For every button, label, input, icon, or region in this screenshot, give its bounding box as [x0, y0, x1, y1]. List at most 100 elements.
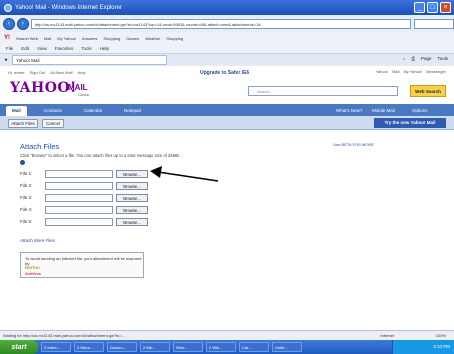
- taskbar-item[interactable]: Untitl...: [272, 342, 302, 352]
- web-search-input[interactable]: Search: [248, 86, 398, 96]
- menu-file[interactable]: File: [6, 46, 13, 51]
- taskbar-item[interactable]: Docum...: [107, 342, 137, 352]
- browser-search-input[interactable]: [414, 18, 454, 29]
- yahoo-logo[interactable]: YAHOO!: [10, 80, 77, 96]
- mail-link[interactable]: Mail: [392, 69, 399, 74]
- file-input[interactable]: [45, 218, 113, 226]
- toolbar-item[interactable]: Shopping: [166, 36, 183, 41]
- browser-tab[interactable]: Yahoo! Mail: [12, 55, 168, 65]
- try-new-mail-button[interactable]: Try the new Yahoo! Mail: [374, 118, 446, 128]
- file-input[interactable]: [45, 182, 113, 190]
- status-bar: Waiting for http://us.mc1143.mail.yahoo.…: [0, 330, 454, 340]
- file-row: File 3: Browse...: [20, 194, 150, 203]
- file-input[interactable]: [45, 170, 113, 178]
- status-text: Waiting for http://us.mc1143.mail.yahoo.…: [3, 333, 125, 338]
- my-yahoo-link[interactable]: My Yahoo!: [403, 69, 422, 74]
- menu-view[interactable]: View: [37, 46, 47, 51]
- attach-more-files-link[interactable]: Attach More Files: [20, 238, 55, 243]
- minimize-button[interactable]: _: [414, 2, 425, 13]
- taskbar-item[interactable]: 3 Micro...: [74, 342, 104, 352]
- yahoo-top-nav: Hi, winter Sign Out All-New Mail Help: [8, 70, 86, 75]
- tab-notepad[interactable]: Notepad: [118, 106, 147, 116]
- file-label: File 1:: [20, 171, 33, 176]
- file-input[interactable]: [45, 206, 113, 214]
- maximize-button[interactable]: □: [427, 2, 438, 13]
- tab-mail[interactable]: Mail: [6, 106, 27, 116]
- mail-logo-text: MAIL: [68, 83, 88, 92]
- whats-new-link[interactable]: What's New?: [336, 106, 362, 116]
- yahoo-home-link[interactable]: Yahoo!: [376, 69, 388, 74]
- url-input[interactable]: http://us.mc1143.mail.yahoo.com/dc/attac…: [30, 18, 412, 29]
- start-button[interactable]: start: [0, 340, 38, 354]
- toolbar-item[interactable]: Shopping: [103, 36, 120, 41]
- zoom-level[interactable]: 100%: [436, 331, 446, 340]
- toolbar-item[interactable]: Games: [126, 36, 139, 41]
- mobile-mail-link[interactable]: Mobile Mail: [372, 106, 395, 116]
- file-label: File 3:: [20, 195, 33, 200]
- menu-help[interactable]: Help: [100, 46, 109, 51]
- security-zone: Internet: [380, 333, 394, 338]
- close-button[interactable]: ×: [440, 2, 451, 13]
- tab-calendar[interactable]: Calendar: [78, 106, 108, 116]
- help-icon[interactable]: [20, 160, 25, 165]
- file-input[interactable]: [45, 194, 113, 202]
- yahoo-toolbar-logo[interactable]: Y!: [4, 35, 10, 41]
- menu-bar: File Edit View Favorites Tools Help: [0, 44, 454, 54]
- beta-link[interactable]: Use BETA FOR MORE: [333, 142, 374, 147]
- forward-button[interactable]: ›: [16, 17, 29, 30]
- menu-favorites[interactable]: Favorites: [55, 46, 74, 51]
- taskbar-item[interactable]: 2 Intern...: [41, 342, 71, 352]
- web-page: Hi, winter Sign Out All-New Mail Help Up…: [0, 66, 454, 330]
- messenger-link[interactable]: Messenger: [426, 69, 446, 74]
- page-menu[interactable]: Page: [421, 56, 432, 61]
- window-titlebar: Yahoo! Mail - Windows Internet Explorer …: [0, 0, 454, 15]
- all-new-mail-link[interactable]: All-New Mail: [50, 70, 72, 75]
- file-label: File 5:: [20, 219, 33, 224]
- print-icon[interactable]: ⎙: [411, 56, 415, 61]
- greeting: Hi, winter: [8, 70, 25, 75]
- favorites-star-icon[interactable]: ★: [4, 57, 8, 63]
- taskbar-item[interactable]: Cal...: [239, 342, 269, 352]
- web-search-button[interactable]: Web Search: [410, 85, 446, 97]
- browse-button[interactable]: Browse...: [116, 218, 148, 226]
- file-row: File 4: Browse...: [20, 206, 150, 215]
- browse-button[interactable]: Browse...: [116, 182, 148, 190]
- file-label: File 4:: [20, 207, 33, 212]
- page-title: Attach Files: [20, 142, 60, 151]
- toolbar-item[interactable]: Weather: [145, 36, 160, 41]
- address-bar: ‹ › http://us.mc1143.mail.yahoo.com/dc/a…: [0, 15, 454, 32]
- help-link[interactable]: Help: [77, 70, 85, 75]
- toolbar-item[interactable]: My Yahoo!: [57, 36, 76, 41]
- upgrade-link[interactable]: Upgrade to Safer IE6: [200, 70, 249, 76]
- taskbar-item[interactable]: Winr...: [173, 342, 203, 352]
- options-link[interactable]: Options: [412, 106, 428, 116]
- sign-out-link[interactable]: Sign Out: [30, 70, 46, 75]
- menu-edit[interactable]: Edit: [21, 46, 29, 51]
- mail-tabbar: Mail Contacts Calendar Notepad What's Ne…: [0, 104, 454, 116]
- taskbar-item[interactable]: 2 Mic...: [140, 342, 170, 352]
- toolbar-item[interactable]: Answers: [82, 36, 97, 41]
- menu-tools[interactable]: Tools: [81, 46, 92, 51]
- classic-label: Classic: [78, 93, 90, 97]
- tab-bar: ★ Yahoo! Mail ⌂ ⎙ Page Tools: [0, 54, 454, 66]
- tab-contacts[interactable]: Contacts: [38, 106, 68, 116]
- home-icon[interactable]: ⌂: [403, 56, 406, 61]
- taskbar-item[interactable]: 2 Win...: [206, 342, 236, 352]
- window-controls: _ □ ×: [414, 2, 451, 13]
- back-button[interactable]: ‹: [3, 17, 15, 30]
- system-tray: 3:10 PM: [392, 340, 454, 354]
- attach-files-button[interactable]: Attach Files: [8, 119, 38, 128]
- cancel-button[interactable]: Cancel: [42, 119, 64, 128]
- yahoo-toolbar: Y! Search Web Mail My Yahoo! Answers Sho…: [0, 32, 454, 44]
- file-row: File 2: Browse...: [20, 182, 150, 191]
- clock[interactable]: 3:10 PM: [433, 344, 450, 349]
- browse-button[interactable]: Browse...: [116, 194, 148, 202]
- browse-button[interactable]: Browse...: [116, 206, 148, 214]
- window-title: Yahoo! Mail - Windows Internet Explorer: [15, 4, 122, 11]
- tools-menu[interactable]: Tools: [437, 56, 448, 61]
- file-label: File 2:: [20, 183, 33, 188]
- browse-button[interactable]: Browse...: [116, 170, 148, 178]
- action-bar: Attach Files Cancel Try the new Yahoo! M…: [0, 116, 454, 130]
- toolbar-item[interactable]: Mail: [44, 36, 51, 41]
- toolbar-item[interactable]: Search Web: [16, 36, 38, 41]
